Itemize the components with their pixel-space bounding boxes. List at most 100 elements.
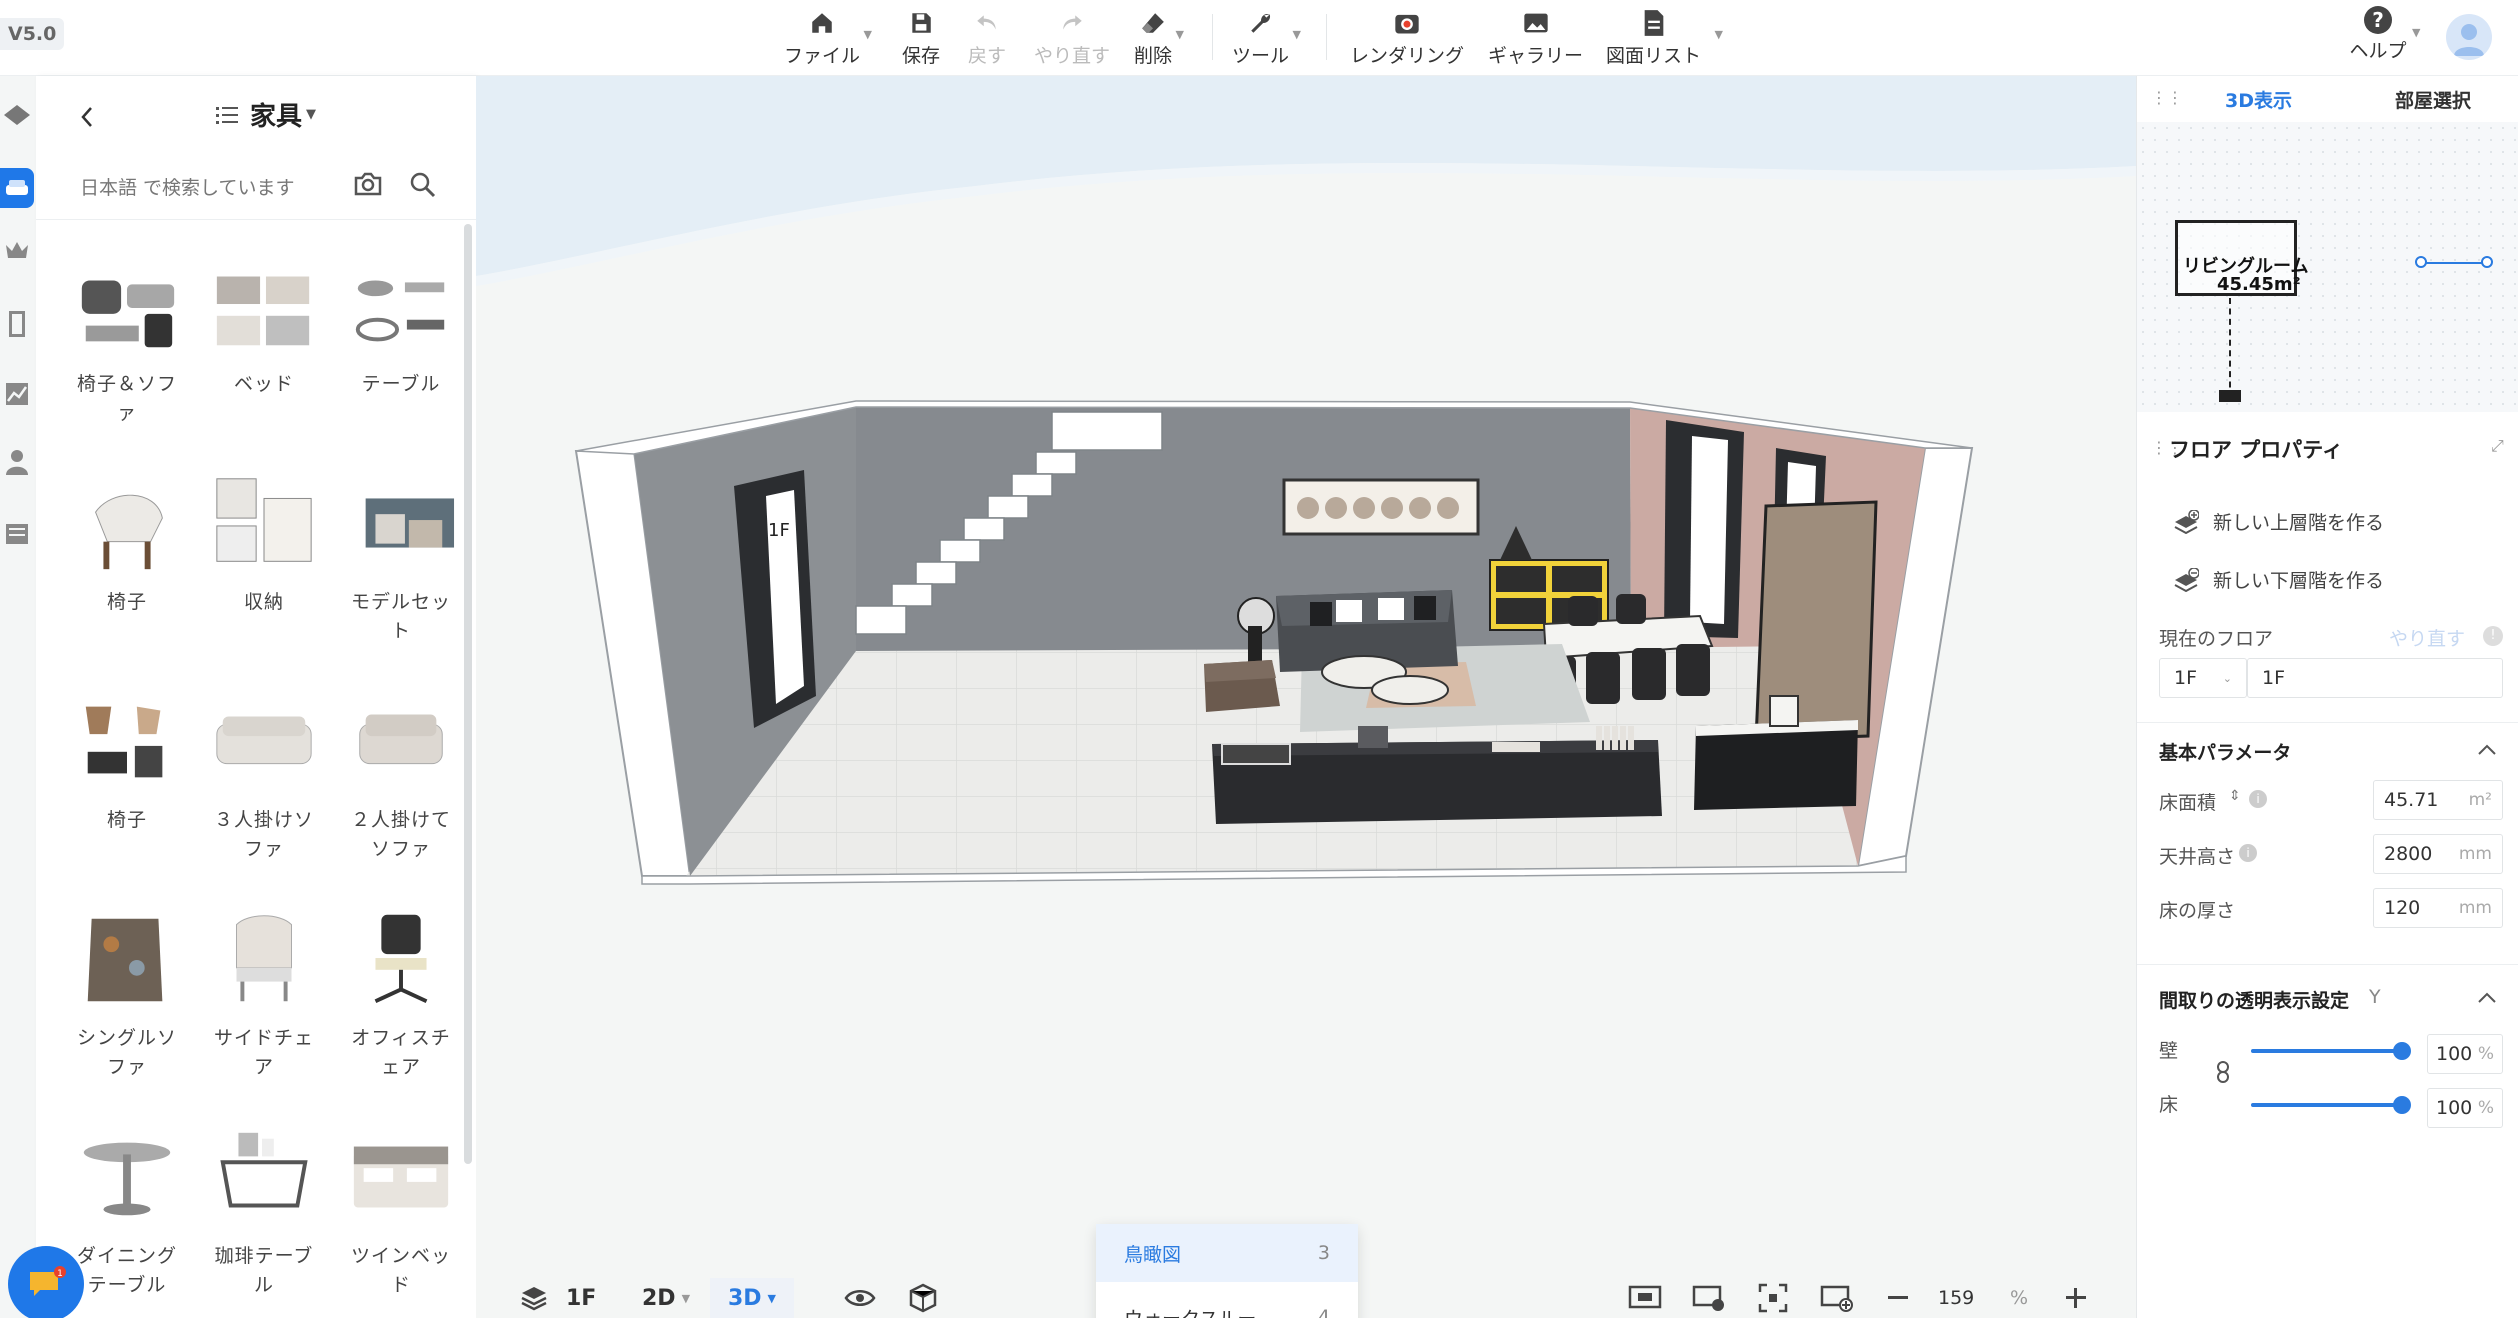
undo-button[interactable]: 戻す [968,6,1006,68]
search-input[interactable] [80,168,360,208]
furniture-item-coffee-table[interactable]: 珈琲テーブ ル [199,1108,329,1318]
drawing-list-button[interactable]: 図面リスト ▼ [1606,6,1723,68]
furniture-item-single-sofa[interactable]: シングルソ ファ [62,890,192,1108]
cabinet-category-icon[interactable] [0,514,34,554]
zoom-out-button[interactable] [1886,1278,1910,1318]
3d-mode-button[interactable]: 3D ▼ [710,1278,794,1318]
chart-category-icon[interactable] [0,374,34,414]
new-upper-floor-button[interactable]: 新しい上層階を作る [2173,508,2384,535]
floor-area-field[interactable]: 45.71 m² [2373,780,2503,820]
info-icon: i [2249,790,2267,808]
delete-button[interactable]: 削除 ▼ [1134,6,1184,68]
undo-icon [970,6,1004,39]
add-view-button[interactable] [1820,1278,1854,1318]
2d-mode-button[interactable]: 2D ▼ [642,1278,690,1318]
image-icon [1519,6,1553,39]
zoom-in-button[interactable] [2064,1278,2088,1318]
info-icon: i [2239,844,2257,862]
furniture-category-icon[interactable] [0,168,34,208]
tab-3d-view[interactable]: 3D表示 [2225,86,2292,113]
wall-opacity-field[interactable]: 100 % [2427,1034,2503,1074]
floorplan-category-icon[interactable] [0,94,34,134]
floor-opacity-slider[interactable] [2251,1103,2401,1107]
floor-name-field[interactable]: 1F [2247,658,2503,698]
sort-icon[interactable]: ⇕ [2229,788,2241,804]
wall-opacity-knob[interactable] [2393,1042,2411,1060]
furniture-item-chair[interactable]: 椅子 [62,454,192,672]
crown-category-icon[interactable] [0,230,34,270]
user-avatar[interactable] [2446,14,2492,60]
floor-thickness-label: 床の厚さ [2159,900,2236,922]
tools-menu-button[interactable]: ツール ▼ [1232,6,1301,68]
slider-knob-right[interactable] [2481,256,2493,268]
furniture-item-label: 収納 [243,591,284,613]
furniture-item-table[interactable]: テーブル [336,236,466,454]
layers-add-icon [2174,509,2199,534]
link-icon[interactable] [2215,1060,2231,1084]
3d-viewport[interactable]: 1F 鳥瞰図 3 4 [476,76,2136,1318]
visibility-toggle[interactable] [844,1278,876,1318]
furniture-item-chair-sofa[interactable]: 椅子＆ソフ ァ [62,236,192,454]
wall-opacity-slider[interactable] [2251,1049,2401,1053]
file-menu-button[interactable]: ファイル ▼ [784,6,872,68]
walkthrough-view-option[interactable]: ウォークスルー 4 [1096,1288,1358,1318]
birdseye-view-option[interactable]: 鳥瞰図 3 [1096,1224,1358,1282]
redo-link[interactable]: やり直す [2389,624,2465,651]
furniture-item-label: 珈琲テーブ ル [214,1245,314,1296]
door-category-icon[interactable] [0,304,34,344]
chevron-up-icon[interactable] [2477,744,2497,756]
floor-opacity-knob[interactable] [2393,1096,2411,1114]
chevron-up-icon[interactable] [2477,992,2497,1004]
cube-view-button[interactable] [908,1278,938,1318]
tab-room-select[interactable]: 部屋選択 [2395,86,2471,113]
furniture-item-two-seat-sofa[interactable]: ２人掛けて ソファ [336,672,466,890]
chat-button[interactable]: 1 [8,1246,84,1318]
furniture-item-chair[interactable]: 椅子 [62,672,192,890]
floor-dropdown[interactable]: 1F ⌄ [2159,658,2247,698]
furniture-item-model-set[interactable]: モデルセッ ト [336,454,466,672]
minimap[interactable]: リビングルーム 45.45m² [2137,122,2518,412]
help-button[interactable]: ? ヘルプ [2338,6,2418,63]
furniture-item-office-chair[interactable]: オフィスチ ェア [336,890,466,1108]
panel-scrollbar[interactable] [464,224,472,1164]
view-settings-button[interactable] [1692,1278,1726,1318]
camera-position-line [2229,298,2231,398]
drag-handle-icon[interactable]: ⋮⋮ [2151,88,2183,107]
top-toolbar: V5.0 ファイル ▼ 保存 戻す やり直す 削除 ▼ ツール ▼ レンダリング… [0,0,2518,76]
new-lower-floor-button[interactable]: 新しい下層階を作る [2173,566,2384,593]
toolbar-divider [1212,14,1213,60]
furniture-item-twin-bed[interactable]: ツインベッ ド [336,1108,466,1318]
gallery-button[interactable]: ギャラリー [1488,6,1583,68]
room-3d-scene[interactable]: 1F [476,76,2136,1318]
rendering-button[interactable]: レンダリング [1350,6,1464,68]
redo-button[interactable]: やり直す [1034,6,1110,68]
caret-down-icon: ▼ [1175,28,1185,41]
fit-view-button[interactable] [1628,1278,1662,1318]
camera-icon[interactable] [2219,390,2241,402]
furniture-item-storage[interactable]: 収納 [199,454,329,672]
person-category-icon[interactable] [0,442,34,482]
back-button[interactable] [70,100,104,134]
floor-thickness-field[interactable]: 120 mm [2373,888,2503,928]
search-bar [36,156,476,220]
ceiling-height-field[interactable]: 2800 mm [2373,834,2503,874]
furniture-item-label: オフィスチ ェア [351,1027,451,1078]
image-search-button[interactable] [352,170,388,206]
furniture-item-label: ツインベッ ド [350,1245,451,1296]
floor-opacity-label: 床 [2159,1094,2179,1116]
floor-opacity-field[interactable]: 100 % [2427,1088,2503,1128]
focus-button[interactable] [1758,1278,1788,1318]
furniture-thumbnail [209,686,319,796]
zoom-level[interactable]: 159 % [1938,1278,2028,1318]
furniture-item-three-seat-sofa[interactable]: ３人掛けソ ファ [199,672,329,890]
furniture-item-side-chair[interactable]: サイドチェ ア [199,890,329,1108]
expand-icon[interactable]: ⤢ [2491,436,2504,456]
slider-knob-left[interactable] [2415,256,2427,268]
furniture-item-label: サイドチェ ア [213,1027,314,1078]
save-button[interactable]: 保存 [902,6,940,68]
floor-selector-button[interactable]: 1F [520,1278,596,1318]
furniture-item-bed[interactable]: ベッド [199,236,329,454]
search-button[interactable] [408,170,444,206]
category-selector[interactable]: 家具 ▼ [216,96,316,133]
furniture-item-label: モデルセッ ト [350,591,451,642]
